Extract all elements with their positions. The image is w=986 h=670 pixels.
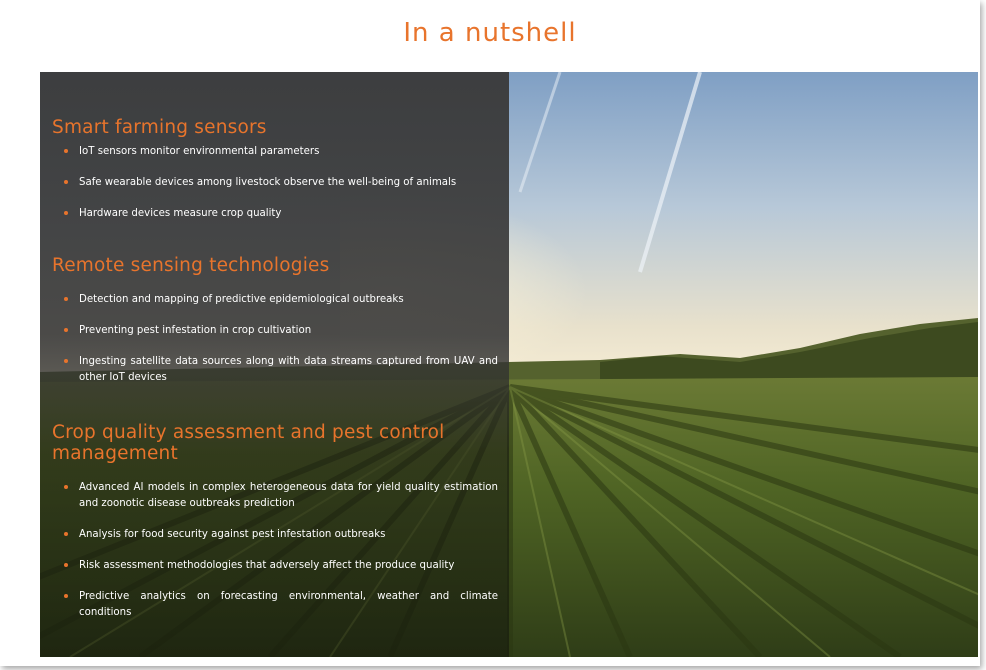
list-item: Safe wearable devices among livestock ob… [52, 175, 498, 191]
list-item: Ingesting satellite data sources along w… [52, 354, 498, 386]
list-item-text: Advanced AI models in complex heterogene… [79, 482, 498, 509]
bullet-icon [64, 594, 68, 598]
list-item: Risk assessment methodologies that adver… [52, 558, 498, 574]
list-item: IoT sensors monitor environmental parame… [52, 144, 498, 160]
bullet-icon [64, 211, 68, 215]
section-list: IoT sensors monitor environmental parame… [52, 144, 498, 222]
bullet-icon [64, 297, 68, 301]
bullet-icon [64, 149, 68, 153]
section-list: Detection and mapping of predictive epid… [52, 292, 498, 386]
section-heading: Remote sensing technologies [52, 255, 330, 276]
bullet-icon [64, 563, 68, 567]
list-item: Advanced AI models in complex heterogene… [52, 480, 498, 512]
section-crop-quality: Crop quality assessment and pest control… [52, 422, 498, 621]
bullet-icon [64, 359, 68, 363]
list-item-text: Predictive analytics on forecasting envi… [79, 591, 498, 618]
list-item-text: Detection and mapping of predictive epid… [79, 294, 404, 305]
section-smart-farming: Smart farming sensors IoT sensors monito… [52, 117, 498, 222]
list-item: Predictive analytics on forecasting envi… [52, 589, 498, 621]
section-heading: Crop quality assessment and pest control… [52, 422, 445, 464]
list-item: Hardware devices measure crop quality [52, 206, 498, 222]
bullet-icon [64, 532, 68, 536]
section-list: Advanced AI models in complex heterogene… [52, 480, 498, 621]
list-item-text: Safe wearable devices among livestock ob… [79, 177, 457, 188]
slide-title: In a nutshell [403, 18, 577, 48]
list-item-text: Ingesting satellite data sources along w… [79, 356, 498, 383]
bullet-icon [64, 180, 68, 184]
list-item: Preventing pest infestation in crop cult… [52, 323, 498, 339]
list-item-text: Hardware devices measure crop quality [79, 208, 282, 219]
list-item-text: Analysis for food security against pest … [79, 529, 386, 540]
list-item-text: Preventing pest infestation in crop cult… [79, 325, 312, 336]
text-panel: Smart farming sensors IoT sensors monito… [52, 72, 498, 657]
list-item: Analysis for food security against pest … [52, 527, 498, 543]
bullet-icon [64, 485, 68, 489]
list-item-text: IoT sensors monitor environmental parame… [79, 146, 320, 157]
section-heading: Smart farming sensors [52, 117, 267, 138]
slide: In a nutshell Smart farming sensors IoT … [0, 0, 980, 666]
bullet-icon [64, 328, 68, 332]
list-item-text: Risk assessment methodologies that adver… [79, 560, 455, 571]
section-remote-sensing: Remote sensing technologies Detection an… [52, 255, 498, 386]
list-item: Detection and mapping of predictive epid… [52, 292, 498, 308]
